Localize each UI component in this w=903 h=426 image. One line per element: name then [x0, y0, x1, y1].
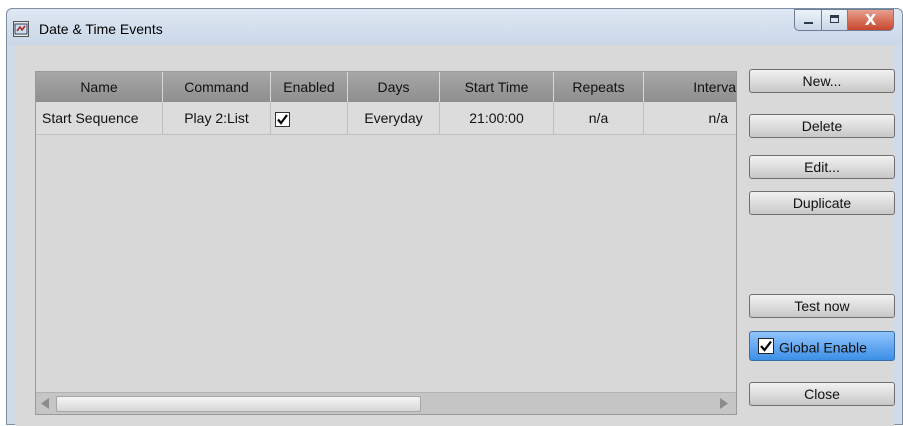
app-icon	[13, 21, 29, 37]
column-header-enabled[interactable]: Enabled	[271, 72, 348, 102]
horizontal-scrollbar[interactable]	[36, 392, 736, 414]
global-enable-label: Global Enable	[779, 339, 867, 356]
table-row[interactable]: Start Sequence Play 2:List Everyday 21:0…	[36, 102, 736, 135]
new-button[interactable]: New...	[749, 69, 895, 93]
cell-start-time: 21:00:00	[440, 102, 554, 134]
dialog-body: Name Command Enabled Days Start Time Rep…	[15, 45, 895, 426]
events-table: Name Command Enabled Days Start Time Rep…	[35, 71, 737, 415]
table-header: Name Command Enabled Days Start Time Rep…	[36, 72, 736, 102]
cell-repeats: n/a	[554, 102, 644, 134]
enabled-checkbox[interactable]	[275, 111, 290, 127]
column-header-repeats[interactable]: Repeats	[554, 72, 644, 102]
checkmark-icon	[277, 114, 288, 125]
global-enable-toggle[interactable]: Global Enable	[749, 331, 895, 361]
column-header-name[interactable]: Name	[36, 72, 163, 102]
window-title: Date & Time Events	[39, 21, 163, 37]
delete-button[interactable]: Delete	[749, 114, 895, 138]
cell-days: Everyday	[348, 102, 440, 134]
window-controls: X	[794, 9, 894, 31]
close-button[interactable]: Close	[749, 382, 895, 406]
cell-enabled	[271, 102, 348, 134]
left-arrow-icon	[41, 398, 49, 409]
main-window: Date & Time Events X Name Command Enable…	[6, 8, 903, 426]
checkmark-icon	[760, 341, 772, 353]
right-arrow-icon	[720, 398, 728, 409]
scroll-left-arrow[interactable]	[38, 396, 53, 411]
close-window-button[interactable]: X	[848, 9, 894, 31]
cell-interval: n/a	[708, 110, 728, 126]
global-enable-checkbox[interactable]	[758, 338, 774, 355]
maximize-icon	[830, 15, 839, 23]
column-header-days[interactable]: Days	[348, 72, 440, 102]
edit-button[interactable]: Edit...	[749, 155, 895, 179]
test-now-button[interactable]: Test now	[749, 294, 895, 318]
minimize-icon	[804, 22, 813, 24]
title-bar[interactable]: Date & Time Events X	[7, 9, 902, 45]
minimize-button[interactable]	[794, 9, 822, 31]
cell-command: Play 2:List	[163, 102, 271, 134]
duplicate-button[interactable]: Duplicate	[749, 191, 895, 215]
cell-name: Start Sequence	[36, 102, 163, 134]
scroll-right-arrow[interactable]	[716, 396, 731, 411]
column-header-interval[interactable]: Interva	[644, 72, 736, 102]
maximize-button[interactable]	[822, 9, 848, 31]
column-header-command[interactable]: Command	[163, 72, 271, 102]
column-header-start-time[interactable]: Start Time	[440, 72, 554, 102]
scroll-thumb[interactable]	[56, 396, 421, 412]
close-icon: X	[864, 11, 877, 29]
